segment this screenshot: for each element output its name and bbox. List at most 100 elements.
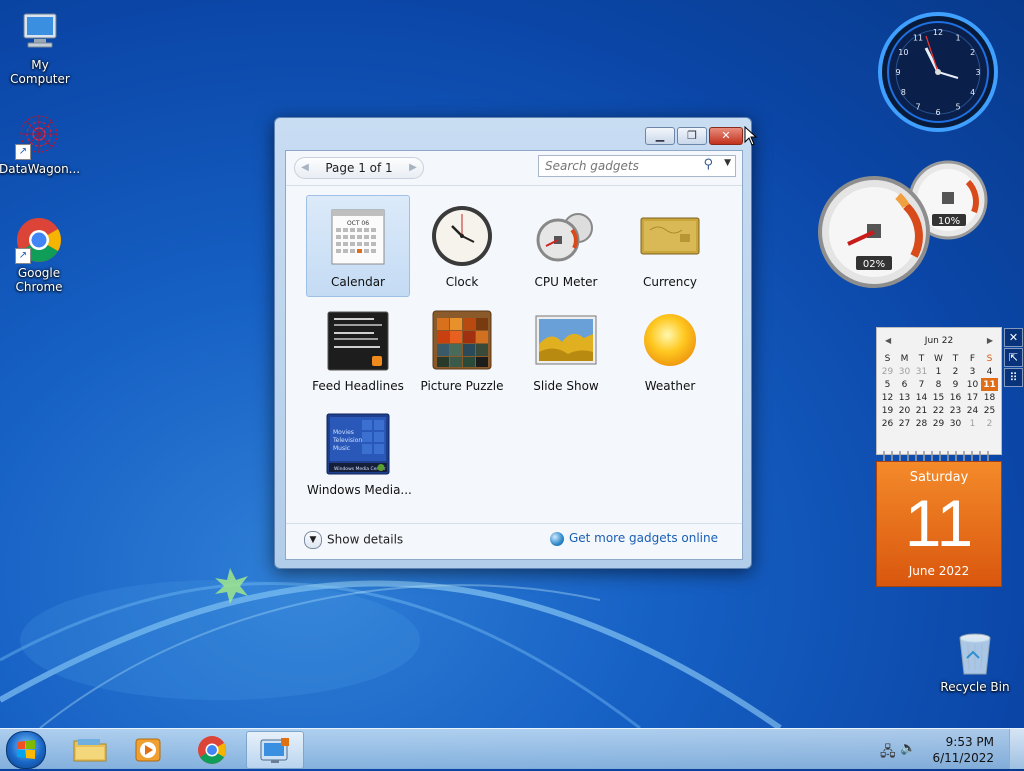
desktop-icon-label: Recycle Bin: [940, 680, 1010, 694]
gadget-name: Clock: [445, 275, 479, 289]
search-input[interactable]: [543, 157, 697, 175]
minimize-button[interactable]: ▁: [645, 127, 675, 145]
chrome-icon: ↗: [15, 216, 63, 264]
calendar-day[interactable]: 27: [896, 417, 913, 430]
clock-face-icon: 121234567891011: [878, 12, 998, 132]
calendar-day[interactable]: 1: [930, 365, 947, 378]
calendar-day[interactable]: 3: [964, 365, 981, 378]
taskbar-file-explorer[interactable]: [62, 731, 118, 767]
calendar-day[interactable]: 19: [879, 404, 896, 417]
shortcut-arrow-icon: ↗: [15, 248, 31, 264]
search-icon[interactable]: ⚲: [703, 157, 713, 172]
gadget-name: Feed Headlines: [312, 379, 404, 393]
taskbar-media-player[interactable]: [120, 731, 176, 767]
clock-gadget[interactable]: 12 1 2 3 4 5 6 7 8 9 10 11: [878, 12, 998, 132]
wmc-menu-item: Movies: [333, 429, 354, 436]
calendar-day[interactable]: 17: [964, 391, 981, 404]
calendar-day[interactable]: 23: [947, 404, 964, 417]
clock-numeral: 11: [913, 33, 923, 42]
calendar-day[interactable]: 31: [913, 365, 930, 378]
gadget-tile-feed-headlines[interactable]: Feed Headlines: [306, 299, 410, 401]
taskbar-google-chrome[interactable]: [184, 731, 240, 767]
chevron-down-icon[interactable]: ▼: [724, 158, 731, 168]
gadget-size-icon[interactable]: ⇱: [1004, 348, 1023, 367]
clock-date[interactable]: 6/11/2022: [932, 751, 994, 765]
calendar-day[interactable]: 30: [947, 417, 964, 430]
show-details-button[interactable]: ▼ Show details: [304, 531, 403, 549]
calendar-day[interactable]: 28: [913, 417, 930, 430]
calendar-day[interactable]: 15: [930, 391, 947, 404]
calendar-day[interactable]: 22: [930, 404, 947, 417]
calendar-day[interactable]: 2: [947, 365, 964, 378]
calendar-grid: S M T W T F S 29 30 31 1 2 3 4 5 6 7 8 9…: [879, 352, 998, 430]
taskbar-gadgets-window[interactable]: [246, 731, 304, 769]
start-button[interactable]: [6, 731, 46, 769]
clock-time[interactable]: 9:53 PM: [946, 735, 994, 749]
calendar-weekday-name: Saturday: [909, 470, 969, 485]
calendar-day[interactable]: 7: [913, 378, 930, 391]
calendar-gadget[interactable]: ◀ Jun 22 ▶ S M T W T F S 29 30 31 1 2 3 …: [876, 327, 1002, 587]
calendar-day[interactable]: 12: [879, 391, 896, 404]
network-icon[interactable]: 🖧: [880, 741, 896, 765]
gadget-tile-calendar[interactable]: OCT 06 Calendar: [306, 195, 410, 297]
calendar-day[interactable]: 30: [896, 365, 913, 378]
prev-page-icon[interactable]: ◀: [296, 159, 314, 177]
gadget-tile-cpu-meter[interactable]: CPU Meter: [514, 195, 618, 297]
maximize-button[interactable]: ❐: [677, 127, 707, 145]
calendar-day[interactable]: 20: [896, 404, 913, 417]
gadget-tile-picture-puzzle[interactable]: Picture Puzzle: [410, 299, 514, 401]
calendar-day[interactable]: 14: [913, 391, 930, 404]
cpu-meter-gadget[interactable]: 10% 02%: [818, 158, 990, 288]
cpu-meter-icon: [534, 204, 598, 268]
gadget-tile-clock[interactable]: Clock: [410, 195, 514, 297]
page-navigator: ◀ Page 1 of 1 ▶: [294, 157, 424, 179]
calendar-day[interactable]: 16: [947, 391, 964, 404]
gadget-tile-currency[interactable]: Currency: [618, 195, 722, 297]
weather-sun-icon: [638, 308, 702, 372]
calendar-day[interactable]: 13: [896, 391, 913, 404]
gadget-close-icon[interactable]: ✕: [1004, 328, 1023, 347]
slide-show-icon: [534, 308, 598, 372]
calendar-day[interactable]: 8: [930, 378, 947, 391]
calendar-day[interactable]: 4: [981, 365, 998, 378]
desktop-icon-recycle-bin[interactable]: Recycle Bin: [935, 630, 1015, 694]
calendar-day[interactable]: 5: [879, 378, 896, 391]
calendar-day[interactable]: 24: [964, 404, 981, 417]
calendar-day-today[interactable]: 11: [981, 378, 998, 391]
calendar-next-icon[interactable]: ▶: [987, 336, 993, 345]
calendar-day[interactable]: 29: [930, 417, 947, 430]
gadget-tile-slide-show[interactable]: Slide Show: [514, 299, 618, 401]
calendar-day[interactable]: 26: [879, 417, 896, 430]
feed-headlines-icon: [326, 308, 390, 372]
close-icon: ✕: [721, 129, 731, 142]
calendar-day[interactable]: 25: [981, 404, 998, 417]
calendar-day[interactable]: 1: [964, 417, 981, 430]
currency-icon: [638, 204, 702, 268]
volume-icon[interactable]: 🔈: [900, 741, 916, 756]
get-more-gadgets-link[interactable]: Get more gadgets online: [549, 531, 718, 546]
calendar-day[interactable]: 10: [964, 378, 981, 391]
calendar-day[interactable]: 29: [879, 365, 896, 378]
computer-icon: [16, 8, 64, 56]
calendar-day[interactable]: 6: [896, 378, 913, 391]
calendar-day-view[interactable]: Saturday 11 June 2022: [876, 461, 1002, 587]
gadget-tile-weather[interactable]: Weather: [618, 299, 722, 401]
weekday-header: M: [900, 353, 909, 364]
recycle-bin-icon: [951, 630, 999, 678]
gadget-drag-handle-icon[interactable]: ⠿: [1004, 368, 1023, 387]
weekday-header: W: [934, 353, 943, 364]
wmc-menu-item: Music: [333, 445, 350, 452]
gadget-tile-windows-media-center[interactable]: Movies Television Music Windows Media Ce…: [306, 403, 412, 505]
close-button[interactable]: ✕: [709, 127, 743, 145]
gadget-name: Calendar: [331, 275, 385, 289]
desktop-icon-google-chrome[interactable]: ↗ Google Chrome: [0, 216, 79, 294]
next-page-icon[interactable]: ▶: [404, 159, 422, 177]
desktop-icon-datawagon[interactable]: ↗ DataWagon...: [0, 112, 80, 176]
show-desktop-button[interactable]: [1009, 729, 1024, 769]
weekday-header: T: [952, 353, 959, 364]
desktop-icon-my-computer[interactable]: My Computer: [0, 8, 80, 86]
calendar-day[interactable]: 21: [913, 404, 930, 417]
calendar-day[interactable]: 18: [981, 391, 998, 404]
calendar-day[interactable]: 2: [981, 417, 998, 430]
calendar-day[interactable]: 9: [947, 378, 964, 391]
